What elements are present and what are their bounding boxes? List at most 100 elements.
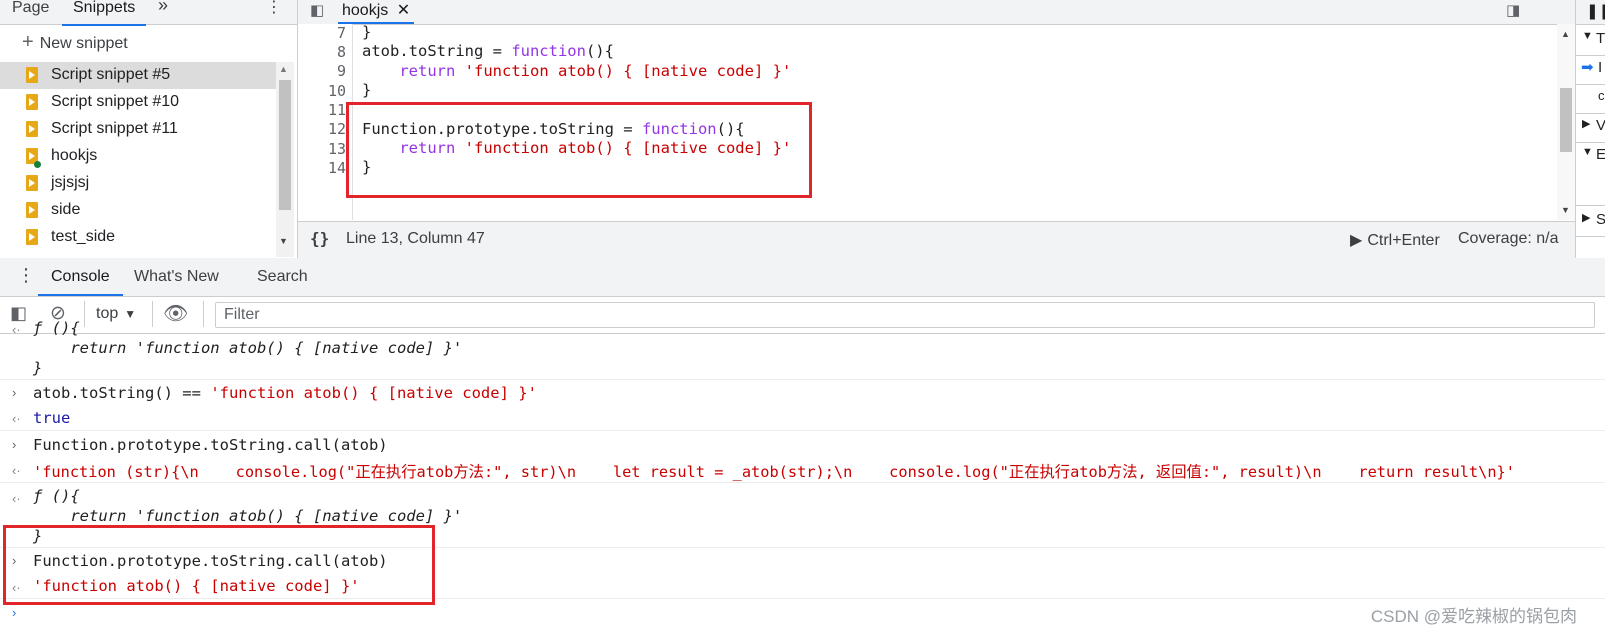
context-selector[interactable]: top ▼: [96, 305, 136, 323]
snippet-label: Script snippet #10: [51, 93, 180, 110]
snippet-file-icon: [26, 121, 38, 137]
play-icon: ▶: [1350, 232, 1363, 249]
debugger-sidebar: ❚❚ ▼ T ➡ I c ▶ V ▼ E ▶ S: [1575, 0, 1605, 258]
editor-tab-label: hookjs: [342, 2, 389, 19]
snippet-file-icon: [26, 229, 38, 245]
snippet-list: Script snippet #5 Script snippet #10 Scr…: [0, 62, 276, 251]
output-arrow-icon: ‹·: [12, 411, 21, 426]
console-line: }: [33, 359, 43, 377]
tab-search[interactable]: Search: [257, 268, 308, 286]
plus-icon: +: [22, 31, 34, 53]
snippet-item[interactable]: Script snippet #11: [0, 116, 276, 143]
console-line: return 'function atob() { [native code] …: [33, 339, 463, 357]
close-icon[interactable]: ✕: [397, 2, 410, 19]
cursor-position: Line 13, Column 47: [346, 230, 485, 247]
run-shortcut-label: Ctrl+Enter: [1367, 232, 1440, 249]
editor-tab-hookjs[interactable]: hookjs ✕: [338, 0, 415, 24]
triangle-down-icon: ▼: [1582, 146, 1593, 158]
snippet-item[interactable]: test_side: [0, 224, 276, 251]
tab-console[interactable]: Console: [38, 268, 123, 296]
console-line: ƒ (){: [33, 487, 80, 505]
scope-section[interactable]: ▶ S: [1576, 206, 1605, 237]
editor-tabs: ◧ hookjs ✕ ◨: [298, 0, 1575, 25]
eye-icon[interactable]: 👁: [163, 301, 188, 326]
run-snippet-button[interactable]: ▶ Ctrl+Enter: [1350, 230, 1440, 250]
highlight-box-editor: [346, 102, 812, 198]
line-number: 12: [327, 120, 346, 138]
snippet-item[interactable]: jsjsjsj: [0, 170, 276, 197]
code-line: return 'function atob() { [native code] …: [399, 62, 792, 80]
scroll-down-icon[interactable]: ▼: [1561, 205, 1570, 215]
line-number: 9: [336, 62, 346, 80]
thread-row[interactable]: c: [1576, 83, 1605, 114]
line-number: 10: [327, 82, 346, 100]
debugger-toolbar: ❚❚: [1576, 0, 1605, 25]
context-label: top: [96, 305, 119, 322]
threads-section[interactable]: ▼ T: [1576, 25, 1605, 56]
snippet-item[interactable]: Script snippet #10: [0, 89, 276, 116]
pause-icon[interactable]: ❚❚: [1586, 2, 1605, 20]
code-line: }: [362, 23, 372, 41]
scroll-down-icon[interactable]: ▼: [279, 236, 288, 246]
current-thread-arrow-icon: ➡: [1581, 59, 1594, 76]
snippet-file-icon: [26, 94, 38, 110]
console-line: Function.prototype.toString.call(atob): [33, 436, 388, 454]
snippet-label: test_side: [51, 228, 116, 245]
new-snippet-label: New snippet: [39, 35, 128, 52]
sidebar-toggle-icon[interactable]: ◧: [10, 303, 27, 324]
code-line: }: [362, 81, 372, 99]
highlight-box-console: [3, 525, 435, 605]
thread-row[interactable]: ➡ I: [1576, 54, 1605, 85]
filter-input[interactable]: [215, 302, 1595, 328]
tab-whats-new[interactable]: What's New: [134, 268, 219, 286]
toggle-navigator-icon[interactable]: ◧: [310, 1, 324, 19]
navigator-scrollbar-thumb[interactable]: [279, 80, 291, 210]
line-number: 14: [327, 159, 346, 177]
console-line: return 'function atob() { [native code] …: [33, 507, 463, 525]
scroll-up-icon[interactable]: ▲: [279, 64, 288, 74]
output-arrow-icon: ‹·: [12, 463, 21, 478]
pretty-print-button[interactable]: {}: [310, 229, 329, 248]
watermark: CSDN @爱吃辣椒的锅包肉: [1370, 607, 1577, 626]
code-line: atob.toString = function(){: [362, 42, 614, 60]
snippet-label: side: [51, 201, 81, 218]
snippet-label: jsjsjsj: [51, 174, 90, 191]
editor-scrollbar-thumb[interactable]: [1560, 88, 1572, 152]
input-chevron-icon: ›: [12, 437, 17, 452]
triangle-down-icon: ▼: [1582, 30, 1593, 42]
tab-snippets[interactable]: Snippets: [62, 0, 147, 26]
snippet-item[interactable]: side: [0, 197, 276, 224]
new-snippet-button[interactable]: + New snippet: [22, 31, 128, 55]
snippet-item[interactable]: hookjs: [0, 143, 276, 170]
snippet-label: Script snippet #5: [51, 66, 171, 83]
console-line: atob.toString() == 'function atob() { [n…: [33, 384, 537, 402]
triangle-right-icon: ▶: [1582, 212, 1591, 224]
caret-down-icon: ▼: [124, 307, 137, 321]
watch-section[interactable]: ▶ V: [1576, 112, 1605, 143]
tab-page[interactable]: Page: [12, 0, 49, 24]
prompt-chevron-icon[interactable]: ›: [12, 605, 16, 620]
snippet-label: hookjs: [51, 147, 98, 164]
console-line: ƒ (){: [33, 319, 80, 337]
console-line: true: [33, 409, 71, 427]
console-separator: [0, 379, 1605, 380]
snippet-item[interactable]: Script snippet #5: [0, 62, 276, 89]
navigator-tabs: Page Snippets » ⋮: [0, 0, 297, 26]
line-number: 7: [336, 24, 346, 42]
toolbar-divider: [203, 301, 204, 327]
editor-status-bar: {} Line 13, Column 47 ▶ Ctrl+Enter Covera…: [298, 221, 1575, 259]
line-number: 11: [327, 101, 346, 119]
scroll-up-icon[interactable]: ▲: [1561, 29, 1570, 39]
modified-dot-icon: [34, 161, 41, 168]
chevron-double-right-icon[interactable]: »: [158, 0, 168, 21]
output-arrow-icon: ‹·: [12, 491, 21, 506]
snippet-file-icon: [26, 175, 38, 191]
toggle-debugger-icon[interactable]: ◨: [1506, 1, 1520, 19]
output-arrow-icon: ‹·: [12, 322, 21, 337]
drawer-menu-icon[interactable]: ⋮: [17, 265, 35, 286]
input-chevron-icon: ›: [12, 385, 17, 400]
toolbar-divider: [152, 301, 153, 327]
vertical-dots-icon[interactable]: ⋮: [266, 0, 282, 24]
console-line: 'function (str){\n console.log("正在执行atob…: [33, 463, 1515, 481]
breakpoints-section[interactable]: ▼ E: [1576, 141, 1605, 206]
